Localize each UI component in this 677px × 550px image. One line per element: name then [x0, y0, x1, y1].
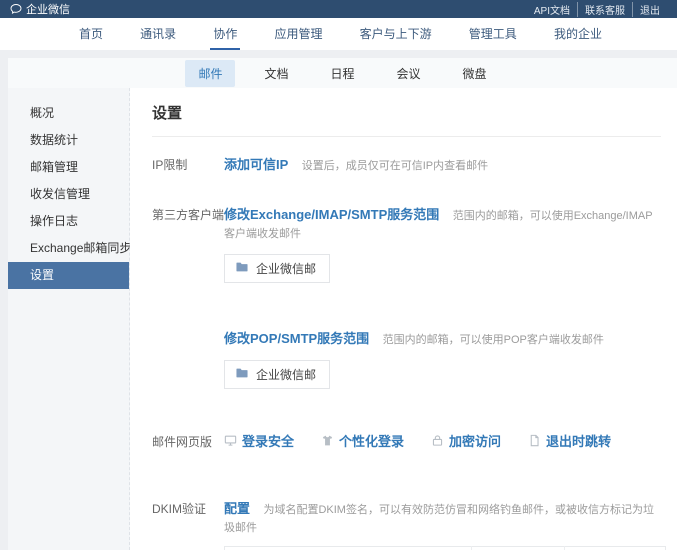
subtab-docs[interactable]: 文档 — [251, 60, 301, 87]
subtab-calendar[interactable]: 日程 — [317, 60, 367, 87]
section-webmail: 邮件网页版 登录安全 — [152, 431, 661, 450]
column-header-action: 操作 — [564, 547, 665, 550]
pop-scope-link[interactable]: 修改POP/SMTP服务范围 — [224, 331, 369, 346]
subtab-bar: 邮件 文档 日程 会议 微盘 — [8, 58, 677, 88]
section-ip-limit: IP限制 添加可信IP 设置后，成员仅可在可信IP内查看邮件 — [152, 154, 661, 174]
sidebar-item-operation-log[interactable]: 操作日志 — [8, 208, 129, 235]
sidebar-item-mailbox-management[interactable]: 邮箱管理 — [8, 154, 129, 181]
nav-item-contacts[interactable]: 通讯录 — [137, 18, 179, 50]
settings-content: 设置 IP限制 添加可信IP 设置后，成员仅可在可信IP内查看邮件 第三方客户端… — [130, 88, 677, 550]
sidebar-item-send-receive[interactable]: 收发信管理 — [8, 181, 129, 208]
dkim-label: DKIM验证 — [152, 498, 224, 517]
column-header-domain: 域名 — [225, 547, 472, 550]
dkim-configure-link[interactable]: 配置 — [224, 501, 250, 516]
nav-item-customers[interactable]: 客户与上下游 — [357, 18, 435, 50]
page-title: 设置 — [152, 102, 661, 137]
body-area: 概况 数据统计 邮箱管理 收发信管理 操作日志 Exchange邮箱同步 设置 … — [8, 88, 677, 550]
pop-chip-label: 企业微信邮 — [256, 366, 316, 383]
logout-link[interactable]: 退出 — [632, 2, 667, 17]
main-nav: 首页 通讯录 协作 应用管理 客户与上下游 管理工具 我的企业 — [0, 18, 677, 50]
main-panel: 邮件 文档 日程 会议 微盘 概况 数据统计 邮箱管理 收发信管理 操作日志 E… — [8, 58, 677, 550]
chat-bubble-icon — [10, 3, 22, 15]
webmail-label: 邮件网页版 — [152, 431, 224, 450]
column-header-status: 状态 — [471, 547, 564, 550]
section-third-party: 第三方客户端 修改Exchange/IMAP/SMTP服务范围 范围内的邮箱，可… — [152, 204, 661, 389]
nav-item-apps[interactable]: 应用管理 — [271, 18, 325, 50]
topbar-links: API文档 联系客服 退出 — [527, 2, 667, 17]
encrypted-access-link[interactable]: 加密访问 — [431, 431, 501, 450]
sidebar-item-exchange-sync[interactable]: Exchange邮箱同步 — [8, 235, 129, 262]
pop-scope-desc: 范围内的邮箱，可以使用POP客户端收发邮件 — [383, 334, 604, 346]
nav-item-admin-tools[interactable]: 管理工具 — [466, 18, 520, 50]
folder-icon — [235, 260, 249, 277]
sidebar-item-statistics[interactable]: 数据统计 — [8, 127, 129, 154]
sidebar-item-overview[interactable]: 概况 — [8, 100, 129, 127]
exchange-scope-link[interactable]: 修改Exchange/IMAP/SMTP服务范围 — [224, 207, 439, 222]
nav-item-my-company[interactable]: 我的企业 — [551, 18, 605, 50]
subtab-drive[interactable]: 微盘 — [450, 60, 500, 87]
subtab-meeting[interactable]: 会议 — [384, 60, 434, 87]
exchange-scope-chip[interactable]: 企业微信邮 — [224, 254, 330, 283]
third-party-label: 第三方客户端 — [152, 204, 224, 223]
app-logo[interactable]: 企业微信 — [10, 1, 70, 17]
dkim-domain-table: 域名 状态 操作 988666.club 已验证 查看配置 — [224, 546, 666, 550]
exchange-chip-label: 企业微信邮 — [256, 260, 316, 277]
top-bar: 企业微信 API文档 联系客服 退出 — [0, 0, 677, 18]
add-trusted-ip-link[interactable]: 添加可信IP — [224, 157, 288, 172]
app-logo-text: 企业微信 — [26, 1, 70, 17]
subtab-mail[interactable]: 邮件 — [185, 60, 235, 87]
sidebar-item-settings[interactable]: 设置 — [8, 262, 129, 289]
logout-redirect-link[interactable]: 退出时跳转 — [528, 431, 611, 450]
section-dkim: DKIM验证 配置 为域名配置DKIM签名，可以有效防范仿冒和网络钓鱼邮件，或被… — [152, 498, 661, 550]
contact-support-link[interactable]: 联系客服 — [577, 2, 632, 17]
monitor-icon — [224, 434, 237, 447]
ip-limit-desc: 设置后，成员仅可在可信IP内查看邮件 — [302, 160, 488, 172]
api-docs-link[interactable]: API文档 — [527, 2, 577, 17]
login-security-link[interactable]: 登录安全 — [224, 431, 294, 450]
sidebar: 概况 数据统计 邮箱管理 收发信管理 操作日志 Exchange邮箱同步 设置 — [8, 88, 130, 550]
dkim-desc: 为域名配置DKIM签名，可以有效防范仿冒和网络钓鱼邮件，或被收信方标记为垃圾邮件 — [224, 504, 654, 534]
nav-item-collaboration[interactable]: 协作 — [210, 18, 240, 50]
folder-icon — [235, 366, 249, 383]
pop-scope-chip[interactable]: 企业微信邮 — [224, 360, 330, 389]
lock-icon — [431, 434, 444, 447]
ip-limit-label: IP限制 — [152, 154, 224, 173]
nav-item-home[interactable]: 首页 — [76, 18, 106, 50]
shirt-icon — [321, 434, 334, 447]
personalized-login-link[interactable]: 个性化登录 — [321, 431, 404, 450]
page-icon — [528, 434, 541, 447]
